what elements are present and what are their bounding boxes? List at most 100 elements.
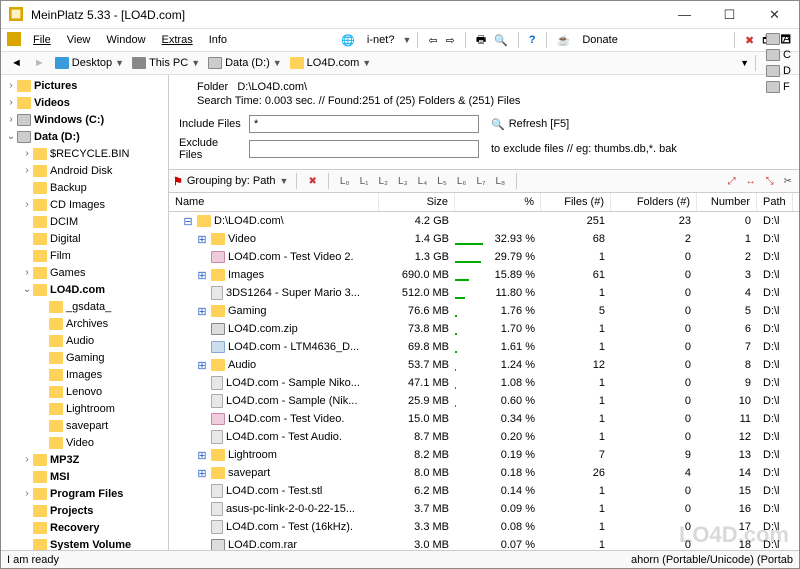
tree-item[interactable]: Archives (1, 315, 168, 332)
table-row[interactable]: LO4D.com - LTM4636_D...69.8 MB1.61 %107D… (169, 338, 799, 356)
level-7-icon[interactable]: L₇ (473, 174, 488, 189)
menu-extras[interactable]: Extras (154, 32, 201, 48)
tree-item[interactable]: Projects (1, 502, 168, 519)
col-header-files[interactable]: Files (#) (541, 193, 611, 211)
table-row[interactable]: LO4D.com - Sample Niko...47.1 MB1.08 %10… (169, 374, 799, 392)
toolbar-back-icon[interactable]: ⇦ (424, 32, 441, 49)
folder-tree[interactable]: ›Pictures›Videos›Windows (C:)⌄Data (D:)›… (1, 75, 169, 550)
expand-icon[interactable]: ⊞ (196, 269, 208, 282)
tree-item[interactable]: Lenovo (1, 383, 168, 400)
tree-toggle-icon[interactable]: › (5, 114, 17, 125)
breadcrumb-folder[interactable]: LO4D.com▼ (286, 55, 376, 71)
level-6-icon[interactable]: L₆ (454, 174, 470, 189)
col-header-name[interactable]: Name (169, 193, 379, 211)
tree-item[interactable]: ›Program Files (1, 485, 168, 502)
level-0-icon[interactable]: L₀ (337, 174, 353, 189)
refresh-label[interactable]: Refresh [F5] (509, 118, 570, 130)
tree-item[interactable]: Digital (1, 230, 168, 247)
level-8-icon[interactable]: L₈ (492, 174, 508, 189)
table-row[interactable]: LO4D.com - Test.stl6.2 MB0.14 %1015D:\l (169, 482, 799, 500)
breadcrumb-more-icon[interactable]: ▼ (740, 58, 749, 68)
table-row[interactable]: ⊞Images690.0 MB15.89 %6103D:\l (169, 266, 799, 284)
menu-view[interactable]: View (59, 32, 99, 48)
tree-item[interactable]: Video (1, 434, 168, 451)
level-2-icon[interactable]: L₂ (376, 174, 391, 189)
include-input[interactable] (249, 115, 479, 133)
expand-icon[interactable]: ⤢ (725, 174, 739, 189)
expand-icon[interactable]: ⊞ (196, 359, 208, 372)
breadcrumb-drive[interactable]: Data (D:)▼ (204, 55, 286, 71)
maximize-button[interactable]: ☐ (707, 1, 752, 29)
print-icon[interactable]: 🖶 (472, 29, 490, 52)
table-row[interactable]: LO4D.com - Test Video.15.0 MB0.34 %1011D… (169, 410, 799, 428)
clear-grouping-icon[interactable]: ✖ (305, 174, 319, 189)
tree-item[interactable]: ›Pictures (1, 77, 168, 94)
tree-toggle-icon[interactable]: › (21, 199, 33, 210)
globe-icon[interactable]: 🌐 (341, 34, 355, 47)
level-4-icon[interactable]: L₄ (415, 174, 431, 189)
table-row[interactable]: ⊟D:\LO4D.com\4.2 GB251230D:\l (169, 212, 799, 230)
nav-back-icon[interactable]: ◄ (5, 55, 28, 71)
tree-toggle-icon[interactable]: › (21, 454, 33, 465)
col-header-size[interactable]: Size (379, 193, 455, 211)
tree-item[interactable]: Lightroom (1, 400, 168, 417)
menu-window[interactable]: Window (98, 32, 153, 48)
breadcrumb-thispc[interactable]: This PC▼ (128, 55, 204, 71)
table-row[interactable]: ⊞Gaming76.6 MB1.76 %505D:\l (169, 302, 799, 320)
tree-item[interactable]: ›Windows (C:) (1, 111, 168, 128)
drive-button-a[interactable]: A (762, 31, 795, 47)
tree-toggle-icon[interactable]: › (21, 267, 33, 278)
donate-icon[interactable]: ☕ (553, 32, 575, 49)
expand-icon[interactable]: ⊞ (196, 233, 208, 246)
drive-button-c[interactable]: C (762, 47, 795, 63)
table-row[interactable]: ⊞Audio53.7 MB1.24 %1208D:\l (169, 356, 799, 374)
toolbar-close-icon[interactable]: ✖ (741, 32, 758, 49)
tree-item[interactable]: ›MP3Z (1, 451, 168, 468)
horizontal-icon[interactable]: ↔ (743, 174, 759, 189)
tree-item[interactable]: ›Games (1, 264, 168, 281)
breadcrumb-desktop[interactable]: Desktop▼ (51, 55, 128, 71)
menu-file[interactable]: File (25, 32, 59, 48)
menu-info[interactable]: Info (201, 32, 235, 48)
preview-icon[interactable]: 🔍 (490, 32, 512, 49)
menu-inet[interactable]: i-net? (359, 32, 403, 48)
level-5-icon[interactable]: L₅ (434, 174, 450, 189)
col-header-number[interactable]: Number (697, 193, 757, 211)
tree-toggle-icon[interactable]: › (21, 165, 33, 176)
tree-toggle-icon[interactable]: › (5, 97, 17, 108)
tree-item[interactable]: System Volume (1, 536, 168, 550)
table-row[interactable]: LO4D.com - Sample (Nik...25.9 MB0.60 %10… (169, 392, 799, 410)
tree-item[interactable]: Backup (1, 179, 168, 196)
table-row[interactable]: LO4D.com - Test Video 2.1.3 GB29.79 %102… (169, 248, 799, 266)
table-row[interactable]: ⊞savepart8.0 MB0.18 %26414D:\l (169, 464, 799, 482)
level-1-icon[interactable]: L₁ (357, 174, 372, 189)
collapse-icon[interactable]: ⤡ (763, 174, 777, 189)
tree-item[interactable]: Recovery (1, 519, 168, 536)
tree-item[interactable]: ›Videos (1, 94, 168, 111)
col-header-folders[interactable]: Folders (#) (611, 193, 697, 211)
tree-toggle-icon[interactable]: › (5, 80, 17, 91)
table-row[interactable]: 3DS1264 - Super Mario 3...512.0 MB11.80 … (169, 284, 799, 302)
expand-icon[interactable]: ⊞ (196, 449, 208, 462)
close-button[interactable]: ✕ (752, 1, 797, 29)
tree-item[interactable]: Audio (1, 332, 168, 349)
tree-toggle-icon[interactable]: › (21, 148, 33, 159)
level-3-icon[interactable]: L₃ (395, 174, 411, 189)
cut-icon[interactable]: ✂ (781, 174, 795, 189)
col-header-path[interactable]: Path (757, 193, 793, 211)
expand-icon[interactable]: ⊞ (196, 467, 208, 480)
col-header-pct[interactable]: % (455, 193, 541, 211)
tree-toggle-icon[interactable]: › (21, 488, 33, 499)
refresh-icon[interactable]: 🔍 (491, 118, 505, 131)
table-row[interactable]: asus-pc-link-2-0-0-22-15...3.7 MB0.09 %1… (169, 500, 799, 518)
tree-item[interactable]: MSI (1, 468, 168, 485)
toolbar-forward-icon[interactable]: ⇨ (442, 32, 459, 49)
table-row[interactable]: ⊞Video1.4 GB32.93 %6821D:\l (169, 230, 799, 248)
tree-item[interactable]: ⌄LO4D.com (1, 281, 168, 298)
menu-donate[interactable]: Donate (574, 32, 625, 48)
results-table[interactable]: Name Size % Files (#) Folders (#) Number… (169, 193, 799, 550)
tree-item[interactable]: Images (1, 366, 168, 383)
tree-item[interactable]: Gaming (1, 349, 168, 366)
nav-forward-icon[interactable]: ► (28, 55, 51, 71)
tree-item[interactable]: savepart (1, 417, 168, 434)
